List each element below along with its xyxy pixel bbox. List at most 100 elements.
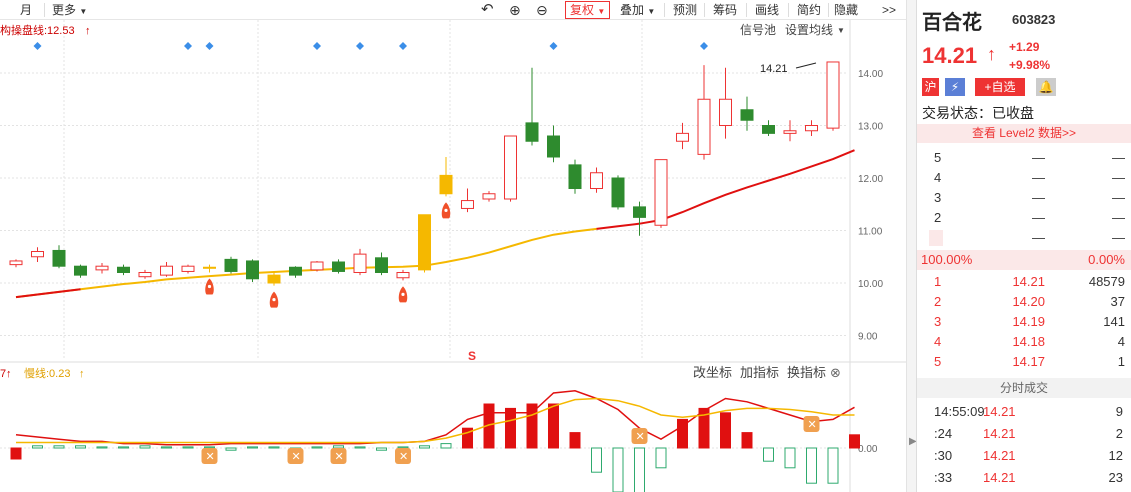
candle-body	[246, 260, 259, 280]
zoom-out-icon[interactable]: ⊖	[536, 1, 548, 19]
level-price: 14.18	[1012, 334, 1045, 349]
lightning-icon[interactable]: ⚡	[945, 78, 965, 96]
tick-row[interactable]: :24 14.21 2	[917, 424, 1131, 444]
bid-row[interactable]: 3 14.19 141	[917, 312, 1131, 332]
bell-icon[interactable]: 🔔	[1036, 78, 1056, 96]
macd-bar	[849, 434, 860, 449]
yuce-button[interactable]: 预测	[673, 1, 697, 19]
candle-body	[396, 272, 410, 279]
sub-fast-arrow: ↑	[6, 368, 12, 380]
level-index: 5	[934, 150, 942, 165]
signal-pool-link[interactable]: 信号池	[740, 23, 776, 37]
kline-chart[interactable]: 14.00 13.00 12.00 11.00 10.00 9.00 0.00 ✕ ✕ ✕ ✕ ✕ ✕…	[0, 20, 906, 492]
diamond-marker	[184, 42, 192, 50]
undo-icon[interactable]: ↶	[481, 1, 494, 19]
ask-row[interactable]: 4 — —	[917, 168, 1131, 188]
fuquan-button[interactable]: 复权 ▼	[565, 1, 611, 19]
jianyue-button[interactable]: 简约	[797, 1, 821, 19]
tick-row[interactable]: :33 14.21 23	[917, 468, 1131, 488]
bid-row[interactable]: 5 14.17 1	[917, 352, 1131, 372]
tick-price: 14.21	[983, 426, 1016, 441]
macd-bar	[161, 446, 172, 449]
main-indicator-arrow: ↑	[85, 25, 91, 37]
level-volume: —	[1112, 190, 1125, 205]
close-icon[interactable]: ⊗	[830, 365, 841, 380]
level-price: —	[1032, 170, 1045, 185]
chevron-down-icon[interactable]: ▼	[837, 26, 845, 35]
candle-body	[418, 214, 431, 271]
candle-body	[633, 206, 646, 218]
macd-bar	[118, 446, 129, 449]
level-volume: 48579	[1088, 274, 1125, 289]
rocket-window	[444, 208, 448, 212]
tick-row[interactable]: :30 14.21 12	[917, 446, 1131, 466]
candle-body	[805, 125, 818, 132]
candle-body	[267, 274, 281, 284]
candle-body	[95, 265, 109, 271]
panel-splitter[interactable]: ▶	[906, 0, 917, 492]
candle-body	[310, 261, 324, 271]
ask-row[interactable]: 1——	[917, 228, 1131, 248]
bid-row[interactable]: 1 14.21 48579	[917, 272, 1131, 292]
candle-body	[697, 98, 711, 155]
macd-bar	[634, 447, 645, 492]
level-volume: 37	[1110, 294, 1125, 309]
macd-bar	[397, 446, 409, 449]
macd-bar	[311, 446, 323, 449]
ratio-left: 100.00%	[921, 252, 973, 267]
stock-code: 603823	[1012, 12, 1056, 27]
huan-zhibiao-button[interactable]: 换指标	[787, 365, 826, 380]
huaxian-button[interactable]: 画线	[755, 1, 779, 19]
macd-bar	[182, 446, 194, 449]
macd-bar	[419, 445, 430, 449]
level-index: 4	[934, 170, 942, 185]
macd-bar	[505, 407, 516, 449]
tick-time: 14:55:09	[934, 404, 985, 419]
bid-row[interactable]: 2 14.20 37	[917, 292, 1131, 312]
tick-volume: 2	[1115, 426, 1123, 441]
macd-bar	[96, 446, 108, 449]
ask-row[interactable]: 3 — —	[917, 188, 1131, 208]
zoom-in-icon[interactable]: ⊕	[509, 1, 521, 19]
gai-zuobiao-button[interactable]: 改坐标	[693, 365, 732, 380]
y-tick-label: 9.00	[858, 332, 878, 343]
sub-tick-label: 0.00	[858, 444, 878, 455]
stock-app: 月 更多 ▼ ↶ ⊕ ⊖ 复权 ▼ 叠加 ▼ 预测 筹码 画线 简约 隐藏 >>…	[0, 0, 1131, 492]
x-marker-glyph: ✕	[292, 451, 301, 463]
candle-body	[676, 132, 689, 142]
level-volume: —	[1112, 230, 1125, 245]
candle-body	[375, 257, 388, 274]
jia-zhibiao-button[interactable]: 加指标	[740, 365, 779, 380]
diejia-button[interactable]: 叠加 ▼	[620, 1, 655, 19]
ask-row[interactable]: 5 — —	[917, 148, 1131, 168]
tick-row[interactable]: 14:55:09 14.21 9	[917, 402, 1131, 422]
last-price-pointer	[795, 62, 817, 69]
macd-bar	[204, 446, 215, 449]
add-favorite-button[interactable]: +自选	[975, 78, 1025, 96]
set-ma-link[interactable]: 设置均线	[785, 23, 833, 37]
tick-volume: 23	[1108, 470, 1123, 485]
candle-body	[203, 266, 216, 269]
level-volume: —	[1112, 150, 1125, 165]
bid-row[interactable]: 4 14.18 4	[917, 332, 1131, 352]
level-index: 3	[934, 314, 942, 329]
divider	[828, 3, 829, 17]
candle-body	[181, 265, 195, 272]
ask-row[interactable]: 2 — —	[917, 208, 1131, 228]
diamond-marker	[33, 42, 42, 50]
tick-price: 14.21	[983, 404, 1016, 419]
diamond-marker	[399, 42, 407, 50]
yincang-button[interactable]: 隐藏	[834, 1, 858, 19]
y-tick-label: 11.00	[858, 227, 883, 238]
rocket-window	[401, 292, 405, 296]
divider	[664, 3, 665, 17]
more-button[interactable]: 更多 ▼	[52, 1, 87, 19]
level-price: 14.20	[1012, 294, 1045, 309]
level2-link[interactable]: 查看 Level2 数据>>	[917, 124, 1131, 143]
chevron-down-icon: ▼	[597, 7, 606, 16]
candle-body	[289, 266, 302, 276]
macd-bar	[784, 447, 796, 469]
expand-button[interactable]: >>	[882, 1, 896, 19]
chouma-button[interactable]: 筹码	[713, 1, 737, 19]
period-month-button[interactable]: 月	[20, 1, 32, 19]
